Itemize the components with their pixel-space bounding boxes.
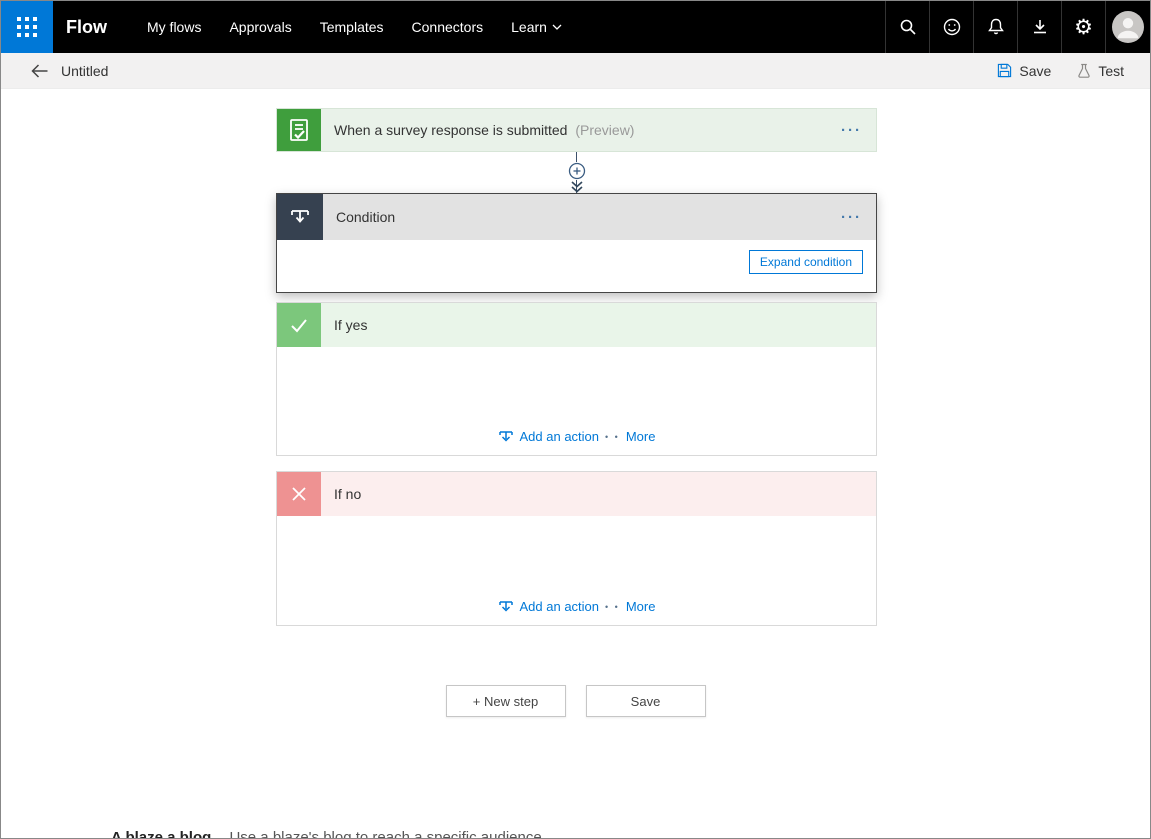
trigger-menu-button[interactable]: ··· xyxy=(841,122,862,139)
gear-icon: ⚙ xyxy=(1074,15,1093,39)
arrow-down-icon xyxy=(571,181,583,193)
footer-buttons: + New step Save xyxy=(1,685,1150,717)
add-action-icon xyxy=(498,600,513,612)
primary-nav: My flows Approvals Templates Connectors … xyxy=(133,1,576,53)
bottom-banner: A blaze a blog Use a blaze's blog to rea… xyxy=(111,829,546,838)
app-launcher-button[interactable] xyxy=(1,1,53,53)
condition-body: Expand condition xyxy=(277,240,876,292)
download-button[interactable] xyxy=(1017,1,1061,53)
if-no-header[interactable]: If no xyxy=(277,472,876,516)
flow-title[interactable]: Untitled xyxy=(61,63,108,79)
if-yes-branch-card: If yes Add an action • • More xyxy=(276,302,877,456)
flow-designer-window: Flow My flows Approvals Templates Connec… xyxy=(0,0,1151,839)
test-flask-icon xyxy=(1078,63,1091,78)
plus-circle-icon xyxy=(568,162,586,180)
x-icon xyxy=(277,472,321,516)
if-yes-title: If yes xyxy=(334,317,368,333)
nav-item-templates[interactable]: Templates xyxy=(306,1,398,53)
nav-item-my-flows[interactable]: My flows xyxy=(133,1,215,53)
add-action-label: Add an action xyxy=(519,429,600,444)
trigger-title: When a survey response is submitted xyxy=(334,122,568,138)
condition-card[interactable]: Condition ··· Expand condition xyxy=(276,193,877,293)
back-arrow-icon xyxy=(31,63,48,78)
insert-step-button[interactable] xyxy=(568,162,586,180)
more-button[interactable]: More xyxy=(626,599,656,614)
search-icon xyxy=(900,19,916,35)
top-nav-bar: Flow My flows Approvals Templates Connec… xyxy=(1,1,1150,53)
expand-condition-button[interactable]: Expand condition xyxy=(748,250,863,274)
avatar xyxy=(1112,11,1144,43)
save-flow-label: Save xyxy=(1019,62,1052,79)
add-action-button[interactable]: Add an action xyxy=(498,599,600,614)
settings-button[interactable]: ⚙ xyxy=(1061,1,1105,53)
download-icon xyxy=(1033,20,1046,34)
condition-header[interactable]: Condition ··· xyxy=(277,194,876,240)
condition-menu-button[interactable]: ··· xyxy=(841,209,862,226)
brand-title[interactable]: Flow xyxy=(66,17,107,38)
waffle-icon xyxy=(17,17,37,37)
nav-item-connectors[interactable]: Connectors xyxy=(398,1,498,53)
flow-canvas: When a survey response is submitted (Pre… xyxy=(1,89,1150,838)
nav-item-learn[interactable]: Learn xyxy=(497,1,576,53)
save-button[interactable]: Save xyxy=(585,685,706,717)
check-icon xyxy=(277,303,321,347)
condition-icon xyxy=(277,194,323,240)
if-no-title: If no xyxy=(334,486,362,502)
trigger-preview-tag: (Preview) xyxy=(575,122,635,138)
notifications-button[interactable] xyxy=(973,1,1017,53)
bell-icon xyxy=(987,18,1004,35)
feedback-button[interactable] xyxy=(929,1,973,53)
trigger-card[interactable]: When a survey response is submitted (Pre… xyxy=(276,108,877,152)
smiley-icon xyxy=(943,18,960,36)
account-button[interactable] xyxy=(1105,1,1150,53)
add-action-button[interactable]: Add an action xyxy=(498,429,600,444)
condition-title: Condition xyxy=(336,209,396,225)
if-no-action-row: Add an action • • More xyxy=(277,599,876,614)
if-no-branch-card: If no Add an action • • More xyxy=(276,471,877,626)
save-icon xyxy=(998,63,1012,78)
if-yes-action-row: Add an action • • More xyxy=(277,429,876,444)
if-yes-body: Add an action • • More xyxy=(277,347,876,455)
search-button[interactable] xyxy=(885,1,929,53)
designer-toolbar: Untitled Save Test xyxy=(1,53,1150,89)
survey-trigger-icon xyxy=(277,109,321,151)
add-action-label: Add an action xyxy=(519,599,600,614)
save-flow-button[interactable]: Save xyxy=(997,63,1051,79)
add-action-icon xyxy=(498,430,513,442)
nav-item-approvals[interactable]: Approvals xyxy=(215,1,305,53)
action-dots: • • xyxy=(605,601,620,612)
action-dots: • • xyxy=(605,431,620,442)
toolbar-actions: Save Test xyxy=(997,63,1124,79)
bottom-banner-title[interactable]: A blaze a blog xyxy=(111,829,211,838)
if-yes-header[interactable]: If yes xyxy=(277,303,876,347)
bottom-banner-description: Use a blaze's blog to reach a specific a… xyxy=(229,829,546,838)
nav-utility-area: ⚙ xyxy=(885,1,1150,53)
more-button[interactable]: More xyxy=(626,429,656,444)
chevron-down-icon xyxy=(552,24,562,30)
nav-item-learn-label: Learn xyxy=(511,19,547,35)
new-step-button[interactable]: + New step xyxy=(445,685,566,717)
if-no-body: Add an action • • More xyxy=(277,516,876,625)
back-button[interactable] xyxy=(31,63,49,78)
trigger-title-group: When a survey response is submitted (Pre… xyxy=(334,122,634,138)
test-flow-button[interactable]: Test xyxy=(1077,63,1124,79)
test-flow-label: Test xyxy=(1098,62,1124,79)
